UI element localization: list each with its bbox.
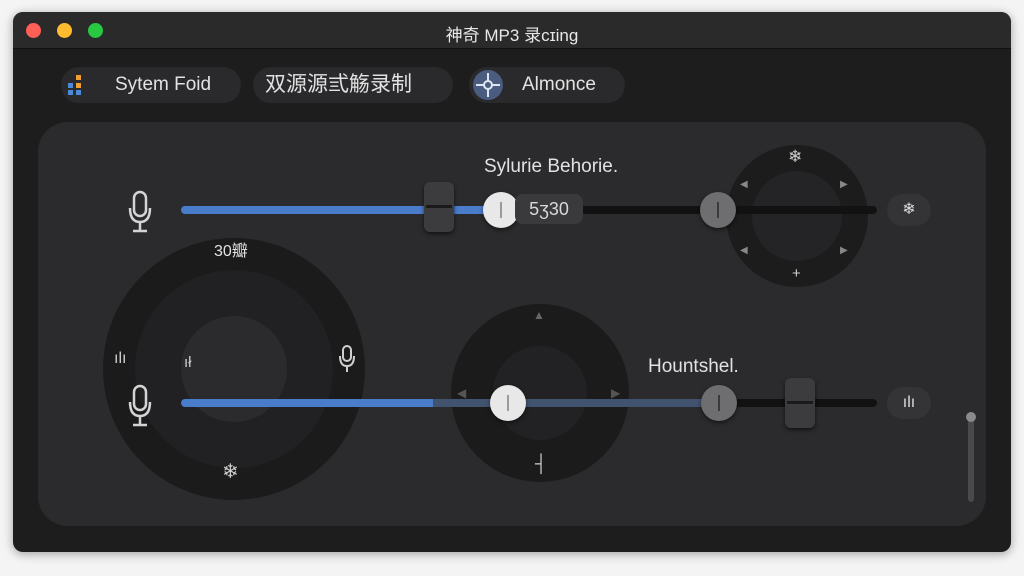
scrollbar-thumb[interactable] bbox=[966, 412, 976, 422]
snowflake-icon: ❄ bbox=[902, 201, 916, 218]
arrow-left-icon: ◀ bbox=[740, 179, 748, 190]
title-bar: 神奇 MP3 录cɪing bbox=[13, 12, 1011, 49]
arrow-up-icon[interactable]: ▲ bbox=[533, 308, 545, 322]
tick-icon: ıł bbox=[184, 354, 192, 371]
system-source-label: Sytem Foid bbox=[115, 74, 212, 95]
waveform-icon: ılı bbox=[902, 394, 916, 411]
top-slider-knob[interactable] bbox=[483, 192, 520, 228]
value-readout: 5ʒ30 bbox=[515, 194, 583, 224]
almonce-label: Almonce bbox=[522, 74, 596, 95]
vertical-scrollbar[interactable] bbox=[968, 418, 974, 502]
top-snowflake-button[interactable]: ❄ bbox=[887, 194, 931, 226]
snowflake-icon: ❄ bbox=[222, 461, 239, 483]
system-source-button[interactable]: Sytem Foid bbox=[61, 67, 241, 103]
dual-source-label: 双源源弎觞录制 bbox=[265, 73, 412, 96]
dual-source-button[interactable]: 双源源弎觞录制 bbox=[253, 67, 453, 103]
arrow-left-icon: ◀ bbox=[740, 245, 748, 256]
bottom-secondary-knob[interactable] bbox=[701, 385, 737, 421]
mixer-panel: ❄ + ◀ ▶ ◀ ▶ ▲ ◀ ▶ ┤ Sylurie Behorie. 30瓣… bbox=[38, 122, 986, 526]
app-window: 神奇 MP3 录cɪing Sytem Foid 双源源弎觞录制 Almonce… bbox=[13, 12, 1011, 552]
plus-icon: + bbox=[792, 265, 801, 282]
dots-icon bbox=[68, 75, 81, 95]
waveform-icon: ılı bbox=[114, 350, 127, 367]
top-right-dial-center bbox=[752, 171, 842, 261]
mic-icon bbox=[128, 384, 152, 427]
arrow-right-icon[interactable]: ▶ bbox=[611, 386, 620, 400]
crosshair-icon bbox=[473, 70, 503, 100]
left-dial-value: 30瓣 bbox=[214, 243, 248, 260]
top-fader-handle[interactable] bbox=[424, 182, 454, 232]
arrow-right-icon: ▶ bbox=[840, 245, 848, 256]
arrow-left-icon[interactable]: ◀ bbox=[457, 386, 466, 400]
bottom-slider-secondary-fill bbox=[433, 399, 723, 407]
bottom-wave-button[interactable]: ılı bbox=[887, 387, 931, 419]
small-mic-icon bbox=[339, 345, 355, 372]
window-title: 神奇 MP3 录cɪing bbox=[445, 26, 579, 45]
top-channel-label: Sylurie Behorie. bbox=[484, 156, 619, 177]
snowflake-icon: ❄ bbox=[788, 147, 803, 166]
minus-icon: ┤ bbox=[535, 454, 548, 473]
middle-dial[interactable]: ▲ ◀ ▶ ┤ bbox=[451, 304, 629, 482]
bottom-slider-knob[interactable] bbox=[490, 385, 527, 421]
bottom-channel-label: Hountshel. bbox=[648, 356, 739, 377]
mic-icon bbox=[128, 190, 152, 233]
bottom-fader-handle[interactable] bbox=[785, 378, 815, 428]
almonce-button[interactable]: Almonce bbox=[469, 67, 625, 103]
arrow-right-icon: ▶ bbox=[840, 179, 848, 190]
top-right-dial[interactable]: ❄ + ◀ ▶ ◀ ▶ bbox=[726, 145, 868, 287]
top-secondary-knob[interactable] bbox=[700, 192, 736, 228]
